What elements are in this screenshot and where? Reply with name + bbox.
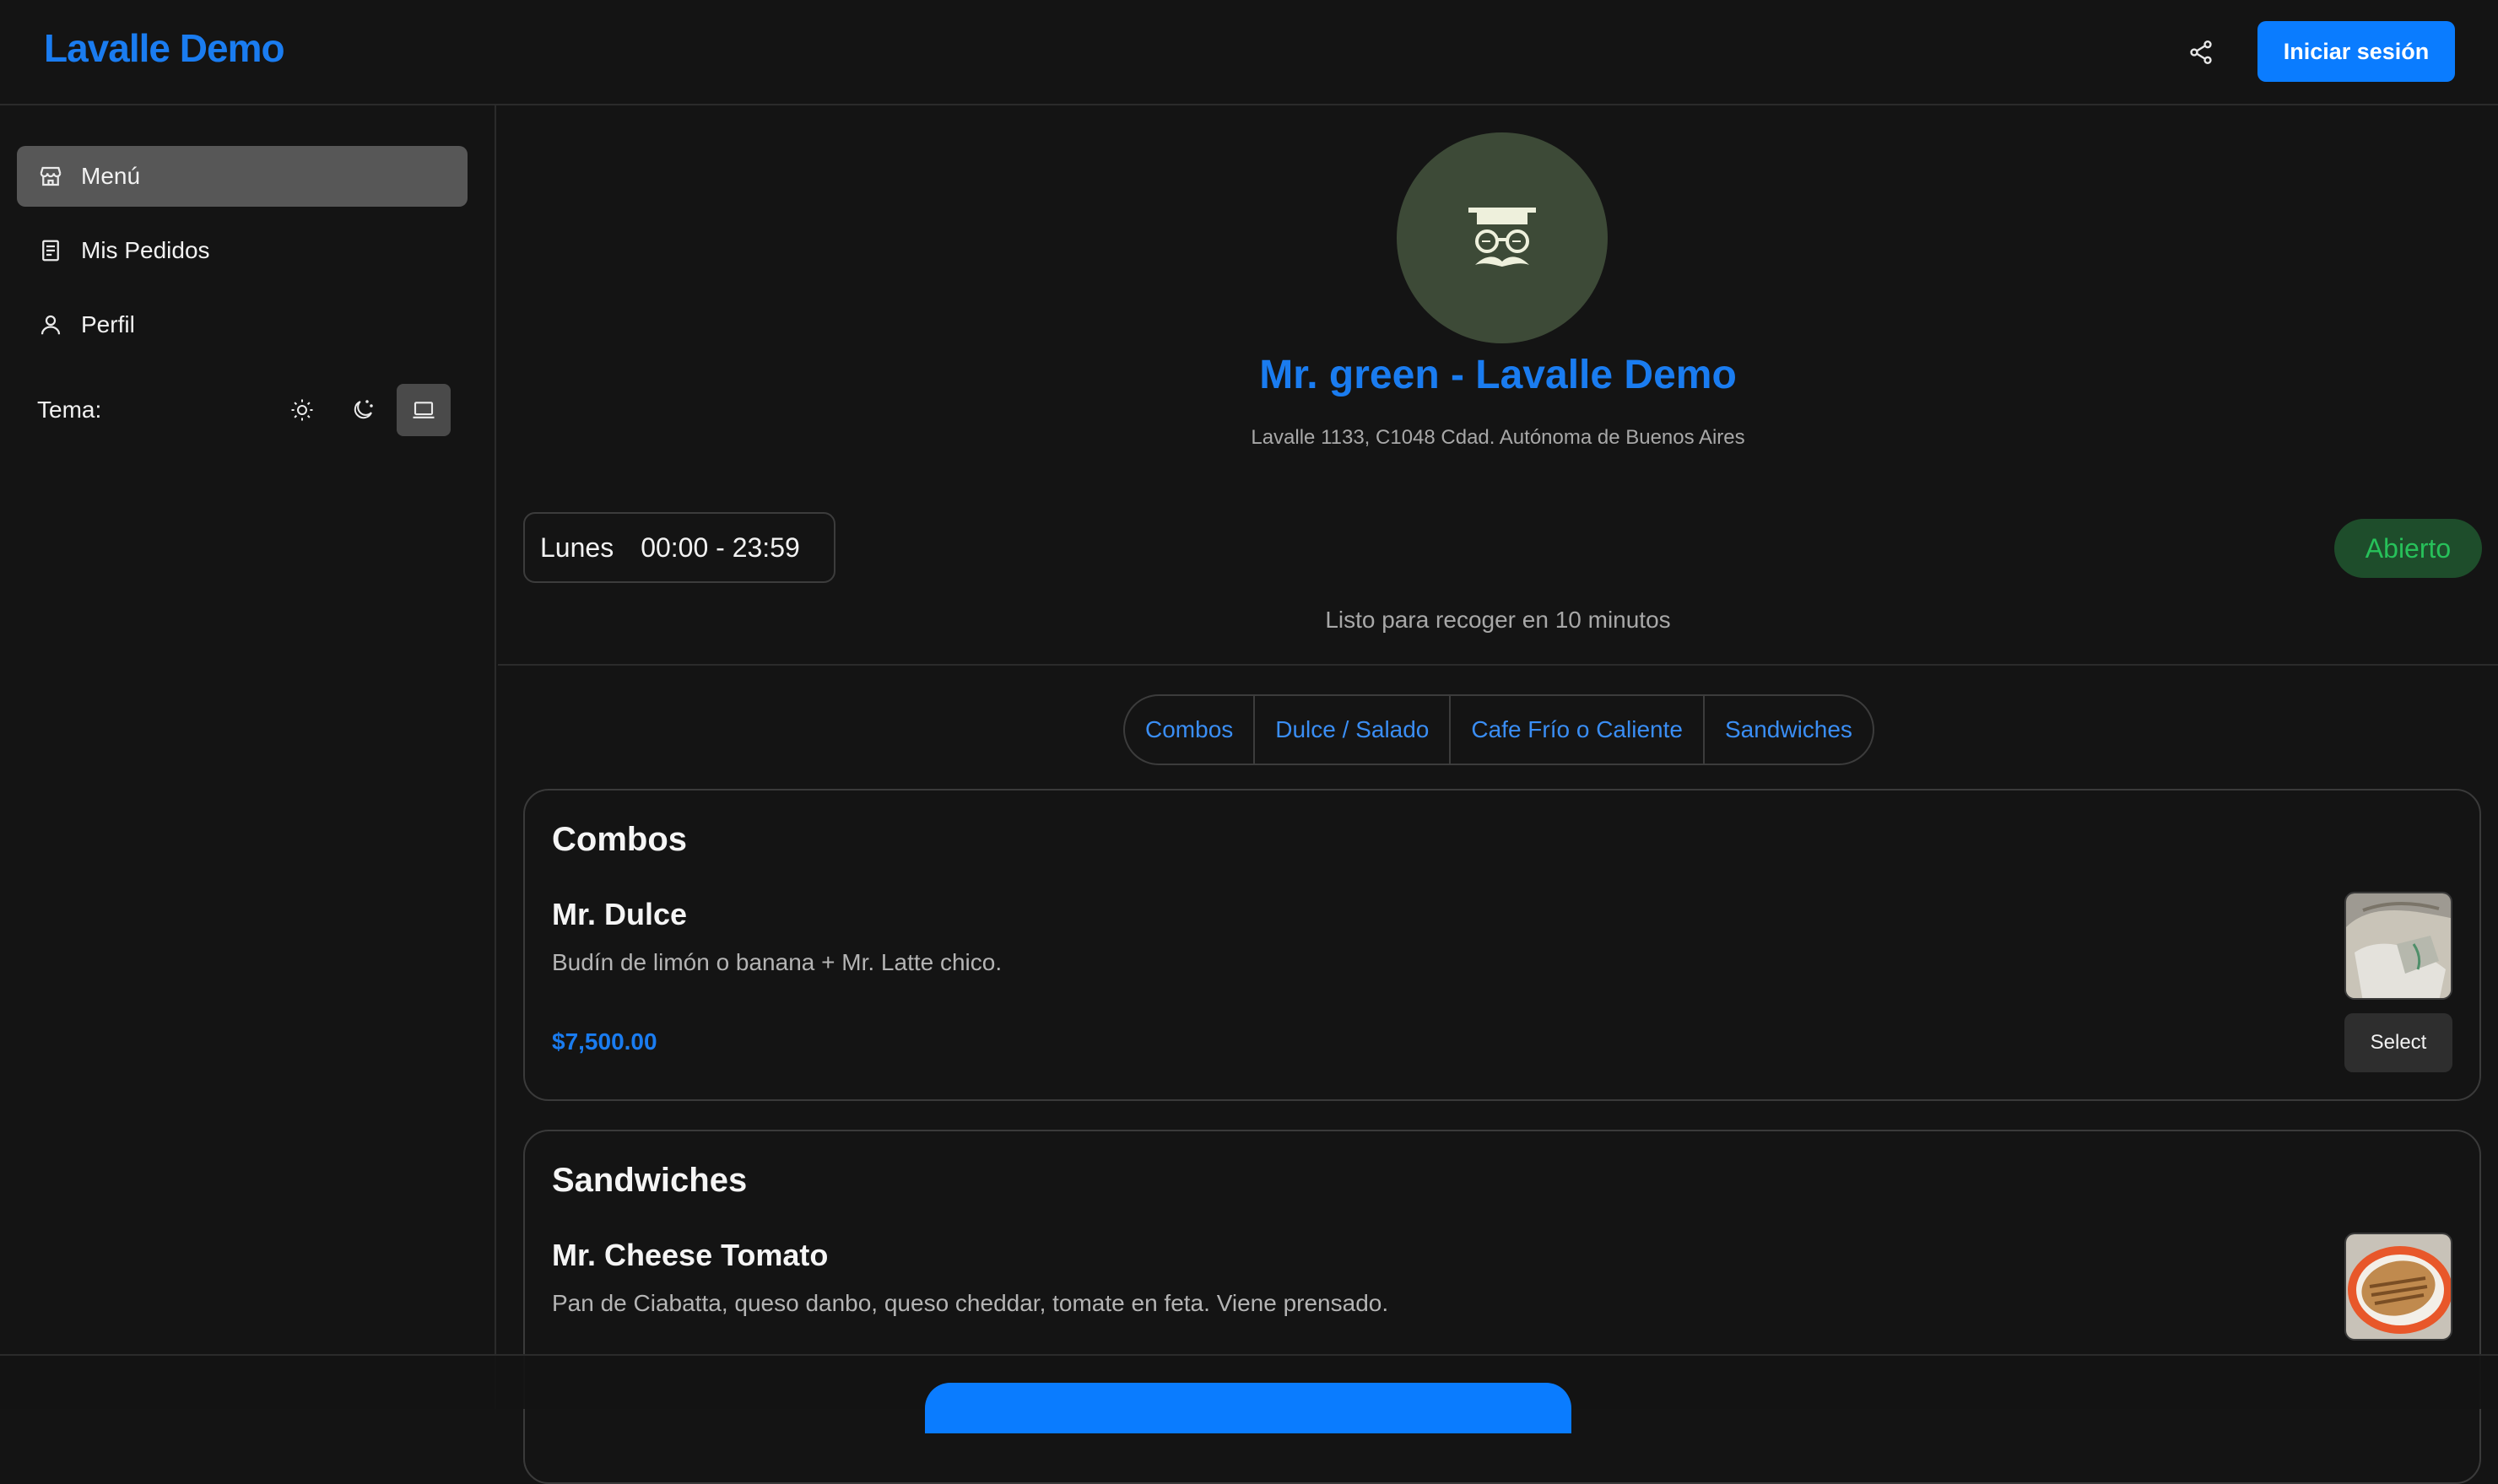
login-button[interactable]: Iniciar sesión (2257, 21, 2455, 82)
theme-dark-button[interactable] (336, 384, 390, 436)
section-combos: Combos Mr. Dulce Budín de limón o banana… (523, 789, 2481, 1101)
laptop-icon (413, 402, 435, 418)
divider (498, 664, 2498, 666)
receipt-icon (37, 237, 64, 264)
sidebar: Menú Mis Pedidos Perfil Tema: (0, 105, 496, 1409)
main-content: Mr. green - Lavalle Demo Lavalle 1133, C… (498, 107, 2498, 1484)
share-icon (2190, 40, 2212, 64)
category-tab-dulce-salado[interactable]: Dulce / Salado (1255, 696, 1452, 764)
theme-selector: Tema: (37, 384, 451, 436)
item-name[interactable]: Mr. Dulce (552, 897, 687, 932)
sidebar-item-label: Mis Pedidos (81, 237, 210, 263)
sidebar-item-profile[interactable]: Perfil (17, 294, 468, 355)
category-tab-cafe[interactable]: Cafe Frío o Caliente (1451, 696, 1705, 764)
opening-hours: Lunes 00:00 - 23:59 (523, 512, 835, 583)
item-name[interactable]: Mr. Cheese Tomato (552, 1238, 828, 1273)
sun-icon (291, 399, 313, 421)
moon-icon (354, 400, 373, 419)
item-image[interactable] (2344, 892, 2452, 1000)
pickup-time: Listo para recoger en 10 minutos (1325, 607, 1671, 633)
item-description: Pan de Ciabatta, queso danbo, queso ched… (552, 1290, 1389, 1316)
brand-logo[interactable]: Lavalle Demo (44, 25, 285, 71)
hours-range: 00:00 - 23:59 (641, 532, 800, 563)
hours-day: Lunes (540, 532, 614, 563)
sidebar-item-label: Perfil (81, 311, 135, 337)
section-title: Combos (552, 821, 687, 858)
top-bar: Lavalle Demo Iniciar sesión (0, 0, 2498, 105)
section-title: Sandwiches (552, 1162, 748, 1199)
theme-label: Tema: (37, 397, 102, 423)
share-button[interactable] (2181, 34, 2221, 71)
category-tabs: Combos Dulce / Salado Cafe Frío o Calien… (1123, 694, 1874, 765)
theme-light-button[interactable] (275, 384, 329, 436)
category-tab-combos[interactable]: Combos (1125, 696, 1256, 764)
item-description: Budín de limón o banana + Mr. Latte chic… (552, 949, 1003, 975)
cart-button[interactable] (925, 1383, 1571, 1433)
store-avatar (1397, 132, 1608, 343)
user-icon (37, 311, 64, 338)
store-address: Lavalle 1133, C1048 Cdad. Autónoma de Bu… (1251, 426, 1745, 449)
sidebar-item-menu[interactable]: Menú (17, 146, 468, 207)
select-button[interactable]: Select (2344, 1013, 2452, 1072)
theme-system-button[interactable] (397, 384, 451, 436)
item-image[interactable] (2344, 1233, 2452, 1341)
sidebar-item-orders[interactable]: Mis Pedidos (17, 220, 468, 281)
category-tab-sandwiches[interactable]: Sandwiches (1705, 696, 1873, 764)
mustache-man-icon (1468, 208, 1536, 267)
item-price: $7,500.00 (552, 1028, 657, 1055)
bottom-bar (0, 1354, 2498, 1433)
store-name: Mr. green - Lavalle Demo (1259, 353, 1737, 397)
status-badge: Abierto (2334, 519, 2482, 578)
store-icon (37, 163, 64, 190)
sidebar-item-label: Menú (81, 163, 141, 189)
